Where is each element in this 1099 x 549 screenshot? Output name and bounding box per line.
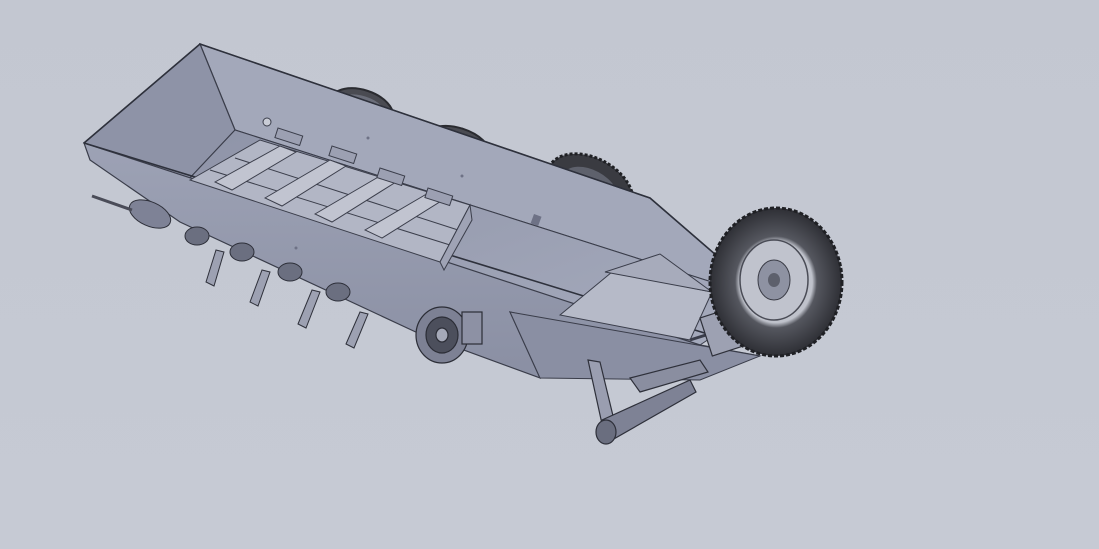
front-wheel (708, 206, 844, 358)
cad-viewport[interactable] (0, 0, 1099, 549)
gearbox-hub (415, 306, 483, 364)
spreader-3d-model[interactable] (0, 0, 1099, 549)
